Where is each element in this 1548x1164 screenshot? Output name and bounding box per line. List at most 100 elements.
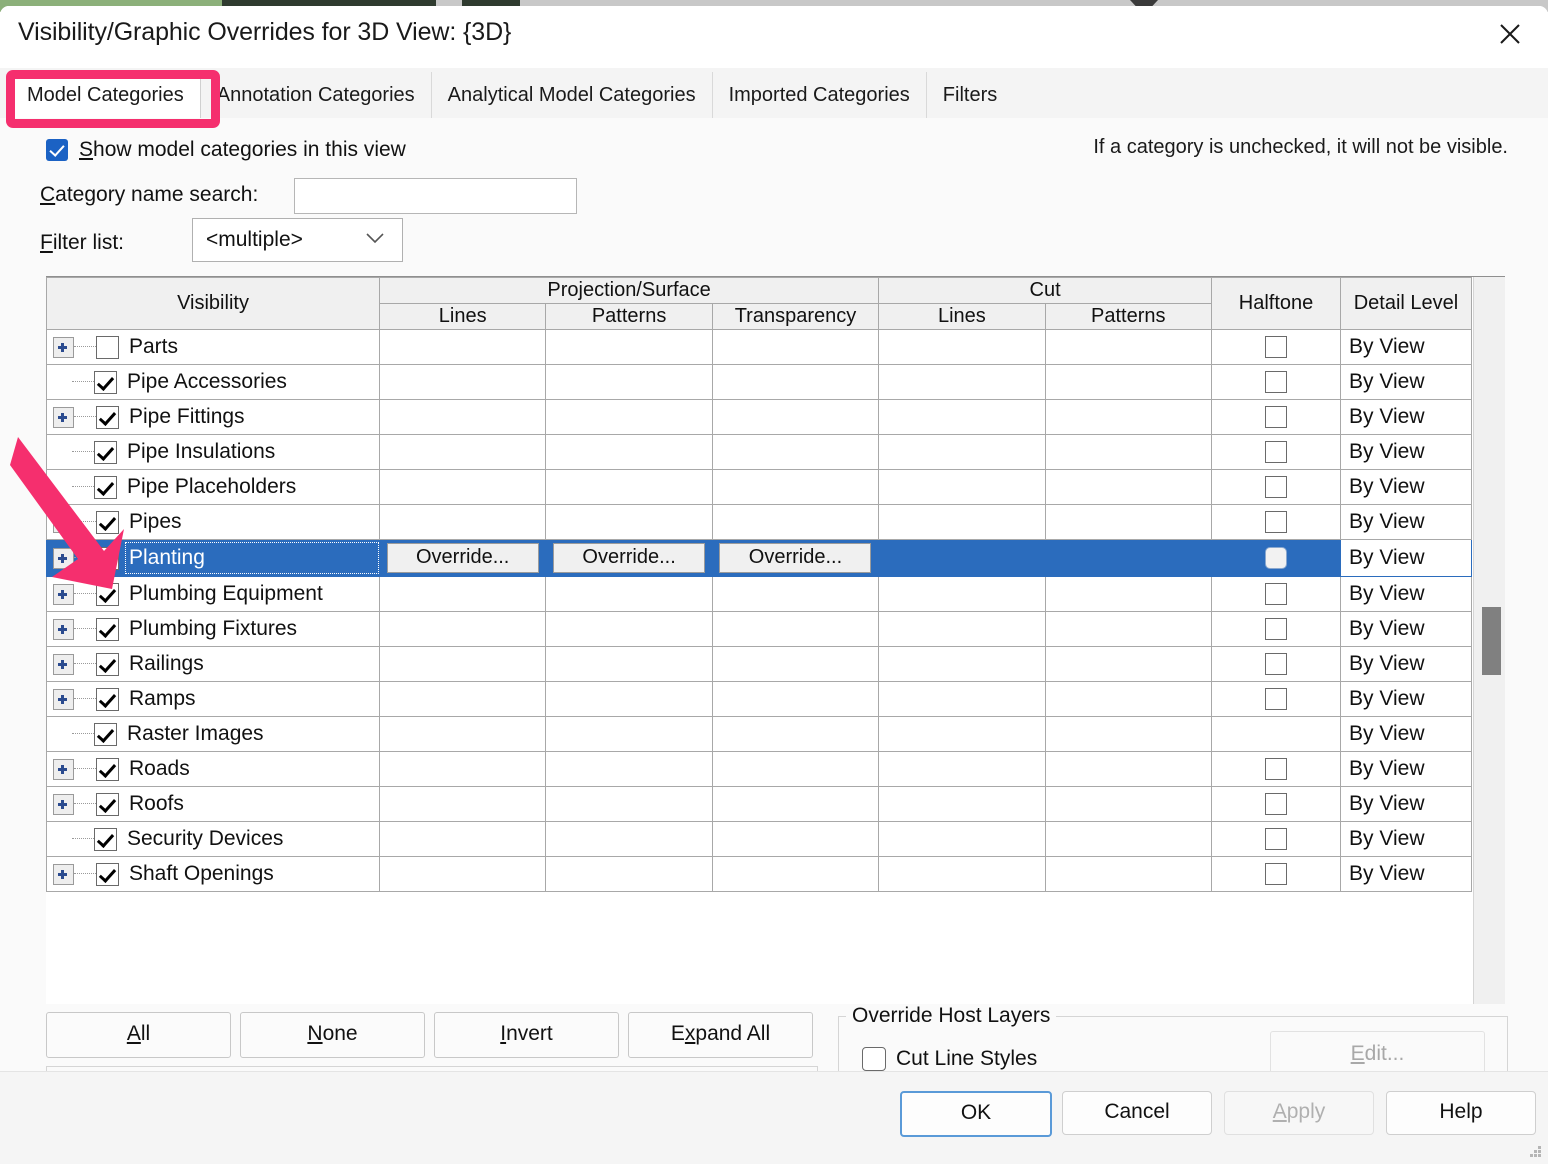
all-button[interactable]: All [46,1012,231,1058]
halftone-checkbox[interactable] [1265,618,1287,640]
halftone-checkbox[interactable] [1265,653,1287,675]
visibility-checkbox[interactable] [96,617,119,641]
table-row[interactable]: Pipe Insulations By View [46,434,1472,470]
cell-halftone[interactable] [1211,364,1341,400]
cell-detail-level[interactable]: By View [1340,786,1472,822]
expand-plus-icon[interactable] [53,793,74,815]
cell-proj-patterns[interactable] [545,329,713,365]
visibility-checkbox[interactable] [96,862,119,886]
cell-halftone[interactable] [1211,611,1341,647]
expand-plus-icon[interactable] [53,653,74,675]
category-name-cell[interactable]: Pipe Insulations [46,434,380,470]
cell-proj-transparency[interactable] [711,399,880,435]
override-button[interactable]: Override... [553,543,706,573]
cell-cut-lines[interactable] [878,434,1046,470]
category-name-cell[interactable]: Security Devices [46,821,380,857]
cell-proj-lines[interactable]: Override... [378,539,547,577]
tab-analytical-model-categories[interactable]: Analytical Model Categories [432,72,713,118]
cell-cut-patterns[interactable] [1044,856,1213,892]
override-button[interactable]: Override... [719,543,872,573]
column-header-detail-level[interactable]: Detail Level [1340,277,1472,330]
table-row[interactable]: Parts By View [46,329,1472,365]
table-row[interactable]: Pipe Placeholders By View [46,469,1472,505]
show-model-categories-row[interactable]: Show model categories in this view [46,136,406,164]
category-name-cell[interactable]: Pipe Accessories [46,364,380,400]
category-name-cell[interactable]: Raster Images [46,716,380,752]
cut-line-styles-checkbox[interactable] [862,1047,886,1071]
cell-proj-transparency[interactable] [711,646,880,682]
cell-proj-lines[interactable] [378,469,547,505]
cell-proj-transparency[interactable] [711,786,880,822]
cell-halftone[interactable] [1211,751,1341,787]
cell-cut-lines[interactable] [878,469,1046,505]
cell-proj-patterns[interactable] [545,856,713,892]
cell-cut-patterns[interactable] [1044,539,1213,577]
halftone-checkbox[interactable] [1265,476,1287,498]
cell-proj-lines[interactable] [378,329,547,365]
cell-proj-lines[interactable] [378,576,547,612]
cell-proj-patterns[interactable] [545,646,713,682]
cell-proj-transparency[interactable] [711,611,880,647]
cell-cut-patterns[interactable] [1044,576,1213,612]
cell-detail-level[interactable]: By View [1340,399,1472,435]
cell-detail-level[interactable]: By View [1340,576,1472,612]
cell-proj-transparency[interactable] [711,329,880,365]
table-row[interactable]: Pipes By View [46,504,1472,540]
visibility-checkbox[interactable] [96,510,119,534]
cell-cut-lines[interactable] [878,681,1046,717]
cell-halftone[interactable] [1211,856,1341,892]
ok-button[interactable]: OK [900,1091,1052,1137]
table-row[interactable]: Security Devices By View [46,821,1472,857]
visibility-checkbox[interactable] [96,582,119,606]
cell-proj-transparency[interactable] [711,821,880,857]
visibility-checkbox[interactable] [96,757,119,781]
cell-proj-lines[interactable] [378,856,547,892]
cell-detail-level[interactable]: By View [1340,821,1472,857]
table-row[interactable]: Raster Images By View [46,716,1472,752]
category-search-input[interactable] [294,178,577,214]
halftone-checkbox[interactable] [1265,371,1287,393]
cell-cut-patterns[interactable] [1044,821,1213,857]
cell-proj-transparency[interactable] [711,681,880,717]
cell-detail-level[interactable]: By View [1340,856,1472,892]
category-name-cell[interactable]: Roofs [46,786,380,822]
cell-cut-patterns[interactable] [1044,329,1213,365]
cell-halftone[interactable] [1211,821,1341,857]
cell-proj-patterns[interactable] [545,364,713,400]
cell-halftone[interactable] [1211,576,1341,612]
visibility-checkbox[interactable] [96,792,119,816]
cell-proj-lines[interactable] [378,751,547,787]
tab-model-categories[interactable]: Model Categories [10,72,201,119]
cell-proj-lines[interactable] [378,434,547,470]
cell-halftone[interactable] [1211,434,1341,470]
visibility-checkbox[interactable] [94,827,117,851]
cell-proj-patterns[interactable] [545,611,713,647]
expand-plus-icon[interactable] [53,618,74,640]
cell-proj-transparency[interactable] [711,504,880,540]
table-row[interactable]: Roads By View [46,751,1472,787]
category-name-cell[interactable]: Ramps [46,681,380,717]
category-name-cell[interactable]: Pipes [46,504,380,540]
cell-halftone[interactable] [1211,504,1341,540]
column-header-cut-lines[interactable]: Lines [878,303,1046,330]
invert-button[interactable]: Invert [434,1012,619,1058]
visibility-checkbox[interactable] [94,475,117,499]
halftone-checkbox[interactable] [1265,406,1287,428]
cell-proj-lines[interactable] [378,646,547,682]
visibility-checkbox[interactable] [96,652,119,676]
cell-cut-patterns[interactable] [1044,504,1213,540]
cell-cut-lines[interactable] [878,786,1046,822]
column-header-visibility[interactable]: Visibility [46,277,380,330]
cell-detail-level[interactable]: By View [1340,364,1472,400]
table-row[interactable]: Plumbing Equipment By View [46,576,1472,612]
category-name-cell[interactable]: Shaft Openings [46,856,380,892]
cell-proj-patterns[interactable] [545,786,713,822]
expand-plus-icon[interactable] [53,583,74,605]
help-button[interactable]: Help [1386,1091,1536,1135]
cell-proj-lines[interactable] [378,786,547,822]
cell-detail-level[interactable]: By View [1340,504,1472,540]
visibility-checkbox[interactable] [94,370,117,394]
filter-list-select[interactable]: <multiple> [192,218,403,262]
close-icon[interactable] [1482,10,1538,58]
cell-cut-patterns[interactable] [1044,611,1213,647]
